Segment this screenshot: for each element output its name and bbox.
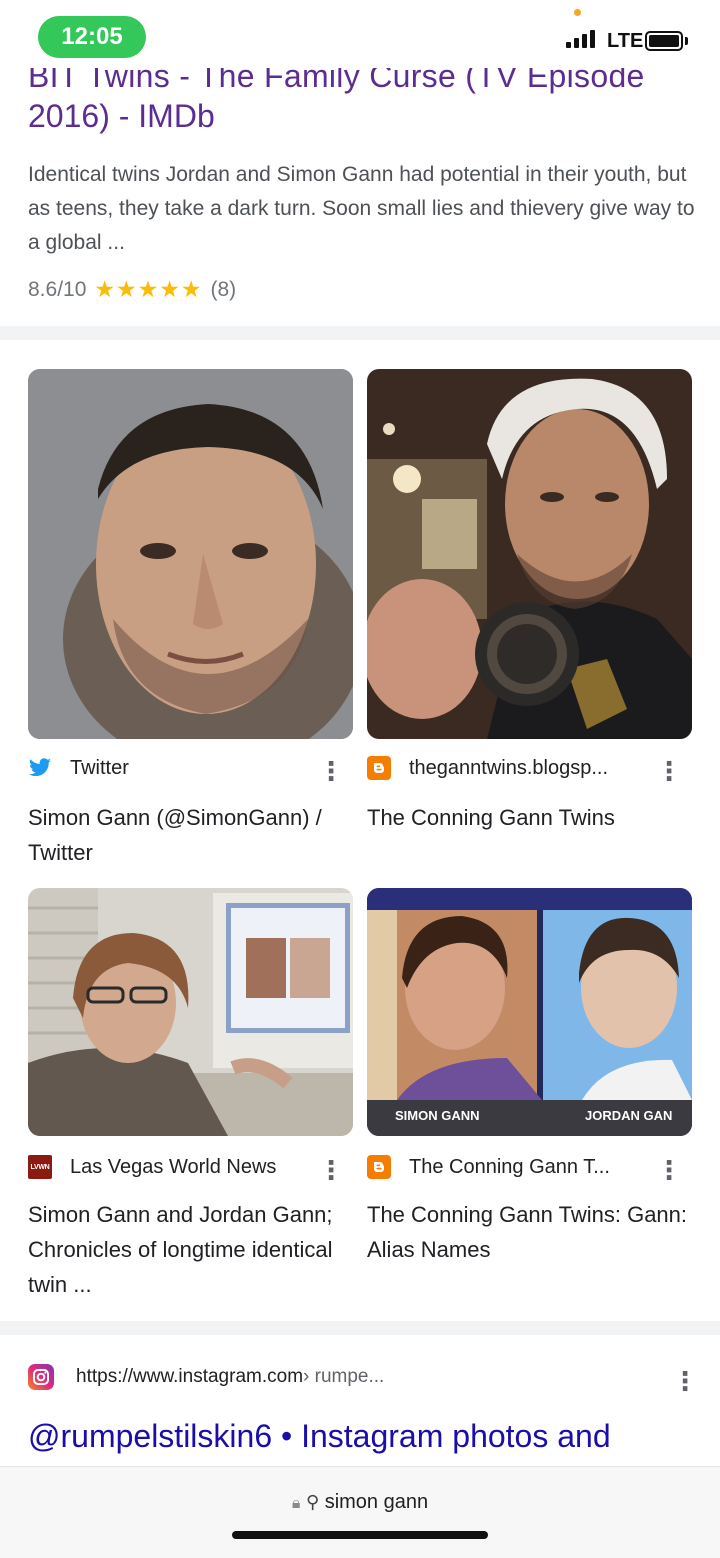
section-divider (0, 326, 720, 340)
blogger-icon (367, 1155, 391, 1179)
clock: 12:05 (38, 16, 146, 58)
lvwn-icon: LVWN (28, 1155, 52, 1179)
image-thumbnail-news[interactable] (28, 888, 353, 1136)
imdb-result-snippet: Identical twins Jordan and Simon Gann ha… (28, 163, 695, 254)
rating-count: (8) (210, 277, 237, 301)
instagram-url-path: › rumpe... (303, 1366, 385, 1387)
image-source-blogspot[interactable]: theganntwins.blogsp... (367, 756, 608, 780)
rating-row: 8.6/10 ★★★★★ (8) (28, 276, 236, 303)
instagram-result-source[interactable]: https://www.instagram.com › rumpe... (28, 1364, 384, 1390)
caption-simon: SIMON GANN (395, 1108, 480, 1123)
instagram-url: https://www.instagram.com (76, 1366, 304, 1387)
image-source-blogspot[interactable]: The Conning Gann T... (367, 1155, 610, 1179)
more-options-icon[interactable]: ⋮ (656, 758, 682, 784)
image-title-link[interactable]: Simon Gann (@SimonGann) / Twitter (28, 800, 363, 870)
more-options-icon[interactable]: ⋮ (672, 1368, 698, 1394)
battery-icon (645, 31, 683, 51)
more-options-icon[interactable]: ⋮ (318, 758, 344, 784)
instagram-icon (28, 1364, 54, 1390)
image-source-lvwn[interactable]: LVWN Las Vegas World News (28, 1155, 276, 1179)
address-query: simon gann (324, 1491, 429, 1513)
image-title-link[interactable]: Simon Gann and Jordan Gann; Chronicles o… (28, 1197, 363, 1302)
image-source-twitter[interactable]: Twitter (28, 756, 129, 780)
twitter-bird-icon (28, 756, 52, 780)
search-icon: ⚲ (305, 1492, 320, 1512)
battery-tip (685, 37, 688, 45)
blogger-icon (367, 756, 391, 780)
image-title-link[interactable]: The Conning Gann Twins: Gann: Alias Name… (367, 1197, 697, 1267)
image-thumbnail-selfie[interactable] (367, 369, 692, 739)
home-indicator[interactable] (232, 1531, 488, 1539)
status-bar: 12:05 LTE (0, 0, 720, 68)
imdb-result-title[interactable]: 2016) - IMDb (28, 98, 215, 135)
image-source-label: Las Vegas World News (70, 1155, 277, 1178)
network-type: LTE (607, 30, 644, 52)
image-source-label: theganntwins.blogsp... (409, 756, 609, 779)
browser-address-bar[interactable]: 🔒︎ ⚲ simon gann (0, 1466, 720, 1558)
caption-jordan: JORDAN GAN (585, 1108, 672, 1123)
privacy-indicator-dot (574, 9, 581, 16)
image-source-label: Twitter (70, 756, 129, 779)
star-rating-icon: ★★★★★ (94, 276, 203, 302)
more-options-icon[interactable]: ⋮ (318, 1157, 344, 1183)
address-field[interactable]: 🔒︎ ⚲ simon gann (0, 1491, 720, 1514)
more-options-icon[interactable]: ⋮ (656, 1157, 682, 1183)
image-thumbnail-mugshot[interactable] (28, 369, 353, 739)
instagram-result-title[interactable]: @rumpelstilskin6 • Instagram photos and (28, 1418, 611, 1455)
image-source-label: The Conning Gann T... (409, 1155, 610, 1178)
image-thumbnail-tv-news[interactable]: SIMON GANN JORDAN GAN (367, 888, 692, 1136)
rating-value: 8.6/10 (28, 277, 87, 301)
section-divider (0, 1321, 720, 1335)
lock-icon: 🔒︎ (291, 1495, 301, 1512)
signal-strength-icon (566, 30, 595, 48)
image-title-link[interactable]: The Conning Gann Twins (367, 800, 697, 835)
